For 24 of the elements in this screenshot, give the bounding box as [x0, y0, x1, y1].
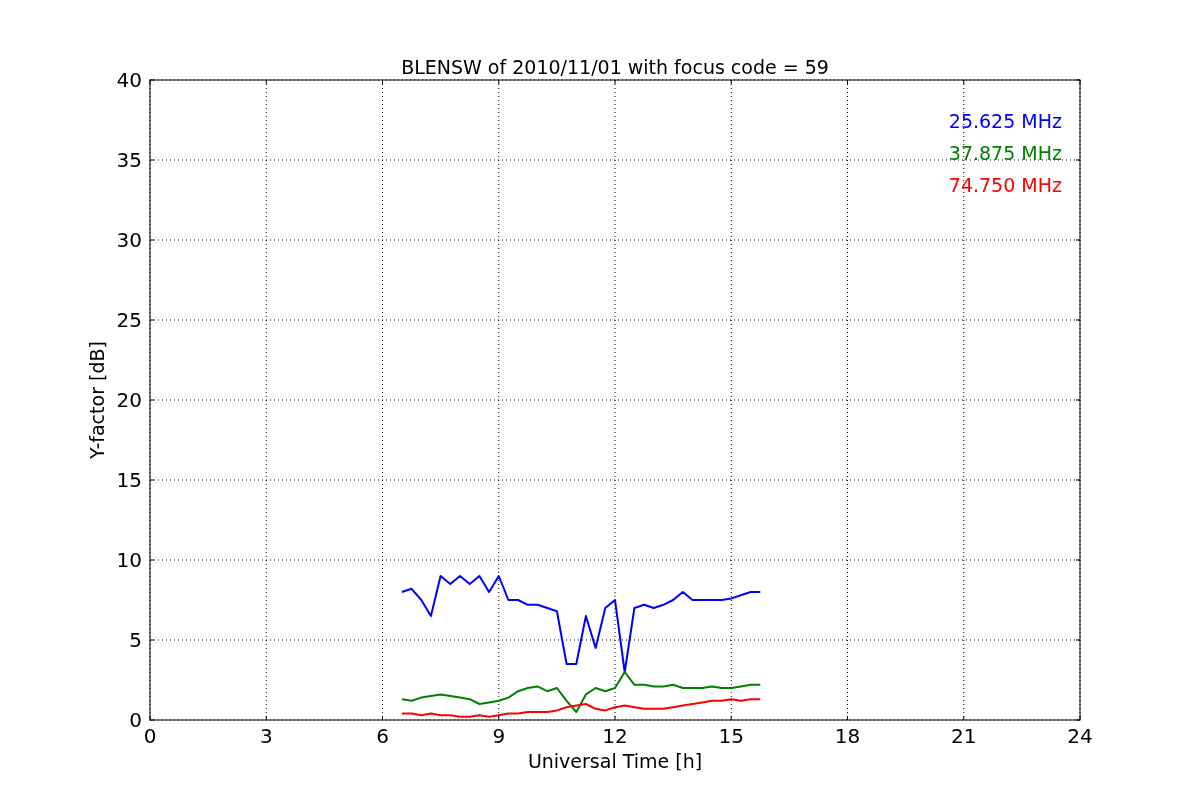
- tick-label: 40: [116, 68, 142, 92]
- legend-label: 37.875 MHz: [948, 142, 1062, 164]
- axis-label: Universal Time [h]: [527, 750, 703, 772]
- tick-label: 0: [143, 724, 157, 748]
- legend-label: 25.625 MHz: [948, 110, 1062, 132]
- tick-label: 30: [116, 228, 142, 252]
- tick-label: 9: [492, 724, 506, 748]
- tick-label: 18: [834, 724, 861, 748]
- tick-label: 15: [718, 724, 744, 748]
- tick-label: 6: [376, 724, 389, 748]
- tick-label: 3: [259, 724, 273, 748]
- tick-label: 21: [951, 724, 977, 748]
- tick-label: 35: [116, 148, 142, 172]
- tick-label: 10: [116, 548, 142, 572]
- tick-label: 20: [116, 388, 142, 412]
- tick-label: 12: [602, 724, 628, 748]
- axis-label: Y-factor [dB]: [86, 341, 108, 459]
- tick-label: 24: [1067, 724, 1093, 748]
- tick-label: 15: [116, 468, 142, 492]
- tick-label: 5: [129, 628, 142, 652]
- legend-label: 74.750 MHz: [948, 174, 1062, 196]
- tick-label: 25: [116, 308, 142, 332]
- tick-label: 0: [129, 708, 142, 732]
- chart-title: BLENSW of 2010/11/01 with focus code = 59: [401, 56, 829, 78]
